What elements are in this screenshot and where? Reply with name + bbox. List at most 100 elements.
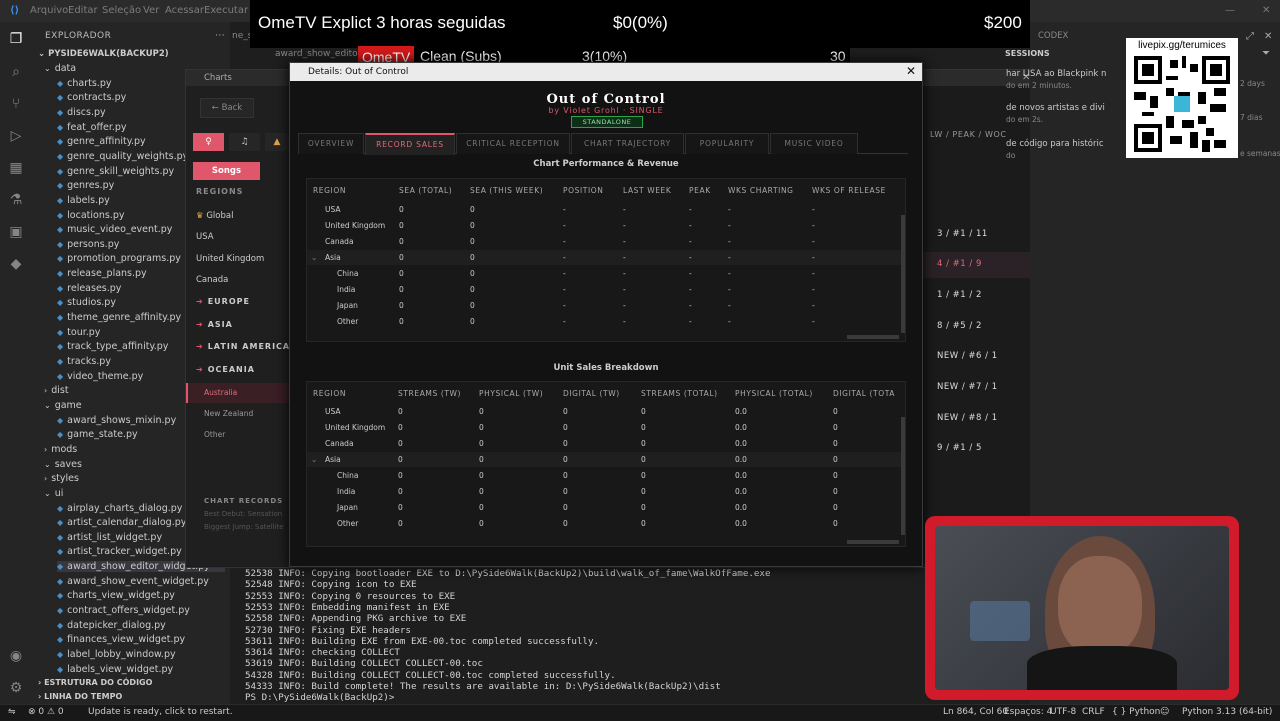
menu-go[interactable]: Acessar xyxy=(165,5,204,16)
headphones-icon[interactable]: ♫ xyxy=(229,133,260,151)
tree-file[interactable]: ◆ feat_offer.py xyxy=(57,122,127,133)
tree-file[interactable]: ◆ genre_quality_weights.py xyxy=(57,151,188,162)
tab-overview[interactable]: OVERVIEW xyxy=(298,133,364,154)
tree-folder[interactable]: › mods xyxy=(44,444,77,455)
region-canada[interactable]: Canada xyxy=(196,275,228,285)
tree-file[interactable]: ◆ contract_offers_widget.py xyxy=(57,605,190,616)
column-header[interactable]: LAST WEEK xyxy=(623,186,671,195)
expand-chevron-icon[interactable]: ⌄ xyxy=(311,253,317,262)
expand-icon[interactable]: ⤢ xyxy=(1246,31,1254,42)
fire-icon[interactable]: ▲ xyxy=(265,133,289,151)
terminal-panel[interactable]: 52538 INFO: Copying bootloader EXE to D:… xyxy=(230,565,930,705)
tab-chart-trajectory[interactable]: CHART TRAJECTORY xyxy=(571,133,684,154)
region-other[interactable]: Other xyxy=(204,430,225,439)
tree-folder[interactable]: ⌄ data xyxy=(44,63,76,74)
menu-view[interactable]: Ver xyxy=(143,5,159,16)
dialog-close-icon[interactable]: ✕ xyxy=(906,64,916,78)
tree-file[interactable]: ◆ game_state.py xyxy=(57,429,138,440)
column-header[interactable]: STREAMS (TW) xyxy=(398,389,461,398)
tab-music-video[interactable]: MUSIC VIDEO xyxy=(770,133,858,154)
tree-file[interactable]: ◆ tour.py xyxy=(57,327,100,338)
tab-popularity[interactable]: POPULARITY xyxy=(685,133,769,154)
column-header[interactable]: REGION xyxy=(313,389,346,398)
group-asia[interactable]: ➔ ASIA xyxy=(196,320,233,329)
horizontal-scrollbar[interactable] xyxy=(847,540,899,544)
tree-file[interactable]: ◆ award_shows_mixin.py xyxy=(57,415,176,426)
timeline-section[interactable]: › LINHA DO TEMPO xyxy=(38,692,122,701)
expand-chevron-icon[interactable]: ⌄ xyxy=(311,455,317,464)
column-header[interactable]: PHYSICAL (TW) xyxy=(479,389,543,398)
tree-file[interactable]: ◆ track_type_affinity.py xyxy=(57,341,168,352)
column-header[interactable]: STREAMS (TOTAL) xyxy=(641,389,718,398)
minimize-icon[interactable]: — xyxy=(1225,5,1235,16)
menu-selection[interactable]: Seleção xyxy=(102,5,141,16)
tree-folder[interactable]: ⌄ ui xyxy=(44,488,63,499)
tree-file[interactable]: ◆ music_video_event.py xyxy=(57,224,172,235)
remote-indicator-icon[interactable]: ⇋ xyxy=(8,707,16,717)
chart-performance-table[interactable]: REGION SEA (TOTAL) SEA (THIS WEEK) POSITION… xyxy=(306,178,906,342)
file-encoding[interactable]: UTF-8 xyxy=(1050,707,1076,717)
tree-file[interactable]: ◆ datepicker_dialog.py xyxy=(57,620,166,631)
testing-icon[interactable]: ⚗ xyxy=(8,192,24,208)
vertical-scrollbar[interactable] xyxy=(901,215,905,333)
tree-file[interactable]: ◆ promotion_programs.py xyxy=(57,253,181,264)
tree-file[interactable]: ◆ genres.py xyxy=(57,180,114,191)
tree-file[interactable]: ◆ artist_tracker_widget.py xyxy=(57,546,182,557)
filter-icon[interactable]: ⏷ xyxy=(1262,48,1270,59)
group-latin-america[interactable]: ➔ LATIN AMERICA xyxy=(196,342,290,351)
tree-file[interactable]: ◆ locations.py xyxy=(57,210,124,221)
unit-sales-table[interactable]: REGION STREAMS (TW) PHYSICAL (TW) DIGITAL (… xyxy=(306,381,906,547)
column-header[interactable]: REGION xyxy=(313,186,346,195)
tree-file[interactable]: ◆ award_show_event_widget.py xyxy=(57,576,209,587)
column-header[interactable]: SEA (TOTAL) xyxy=(399,186,452,195)
python-interpreter[interactable]: Python 3.13 (64-bit) xyxy=(1182,707,1272,717)
column-header[interactable]: DIGITAL (TW) xyxy=(563,389,620,398)
tree-file[interactable]: ◆ genre_skill_weights.py xyxy=(57,166,174,177)
tree-file[interactable]: ◆ discs.py xyxy=(57,107,106,118)
column-header[interactable]: WKS CHARTING xyxy=(728,186,794,195)
tree-file[interactable]: ◆ artist_calendar_dialog.py xyxy=(57,517,186,528)
region-uk[interactable]: United Kingdom xyxy=(196,254,264,264)
source-control-icon[interactable]: ⑂ xyxy=(8,96,24,112)
menu-run[interactable]: Executar xyxy=(204,5,248,16)
search-icon[interactable]: ⌕ xyxy=(8,64,24,80)
files-icon[interactable]: ❐ xyxy=(8,31,24,47)
outline-section[interactable]: › ESTRUTURA DO CÓDIGO xyxy=(38,678,152,687)
menu-file[interactable]: Arquivo xyxy=(30,5,68,16)
tree-file[interactable]: ◆ airplay_charts_dialog.py xyxy=(57,503,182,514)
account-icon[interactable]: ◉ xyxy=(8,648,24,664)
region-usa[interactable]: USA xyxy=(196,232,214,242)
run-debug-icon[interactable]: ▷ xyxy=(8,128,24,144)
codex-close-icon[interactable]: ✕ xyxy=(1264,31,1272,42)
copilot-icon[interactable]: ☺ xyxy=(1160,707,1169,717)
tree-file[interactable]: ◆ releases.py xyxy=(57,283,121,294)
remote-icon[interactable]: ▣ xyxy=(8,224,24,240)
extensions-icon[interactable]: ▦ xyxy=(8,160,24,176)
tree-file[interactable]: ◆ studios.py xyxy=(57,297,116,308)
language-mode[interactable]: { } Python xyxy=(1112,707,1160,717)
column-header[interactable]: PHYSICAL (TOTAL) xyxy=(735,389,813,398)
column-header[interactable]: DIGITAL (TOTA xyxy=(833,389,895,398)
indentation[interactable]: Espaços: 4 xyxy=(1004,707,1052,717)
tree-file[interactable]: ◆ artist_list_widget.py xyxy=(57,532,162,543)
group-oceania[interactable]: ➔ OCEANIA xyxy=(196,365,255,374)
tree-file[interactable]: ◆ tracks.py xyxy=(57,356,111,367)
problems-count[interactable]: ⊗ 0 ⚠ 0 xyxy=(28,707,64,717)
menu-edit[interactable]: Editar xyxy=(68,5,98,16)
update-notice[interactable]: Update is ready, click to restart. xyxy=(88,707,233,717)
region-new-zealand[interactable]: New Zealand xyxy=(204,409,253,418)
codex-session-title[interactable]: har LISA ao Blackpink n xyxy=(1006,69,1106,79)
tree-folder[interactable]: › styles xyxy=(44,473,79,484)
codex-session-title[interactable]: de código para históric xyxy=(1006,139,1104,149)
tab-critical-reception[interactable]: CRITICAL RECEPTION xyxy=(456,133,570,154)
tree-file[interactable]: ◆ theme_genre_affinity.py xyxy=(57,312,181,323)
tree-file[interactable]: ◆ contracts.py xyxy=(57,92,126,103)
tree-file[interactable]: ◆ labels_view_widget.py xyxy=(57,664,173,675)
tab-record-sales[interactable]: RECORD SALES xyxy=(365,133,455,155)
tree-file[interactable]: ◆ genre_affinity.py xyxy=(57,136,146,147)
group-europe[interactable]: ➔ EUROPE xyxy=(196,297,250,306)
tree-file[interactable]: ◆ labels.py xyxy=(57,195,110,206)
tree-file[interactable]: ◆ release_plans.py xyxy=(57,268,147,279)
column-header[interactable]: WKS OF RELEASE xyxy=(812,186,886,195)
back-button[interactable]: ← Back xyxy=(200,98,254,118)
